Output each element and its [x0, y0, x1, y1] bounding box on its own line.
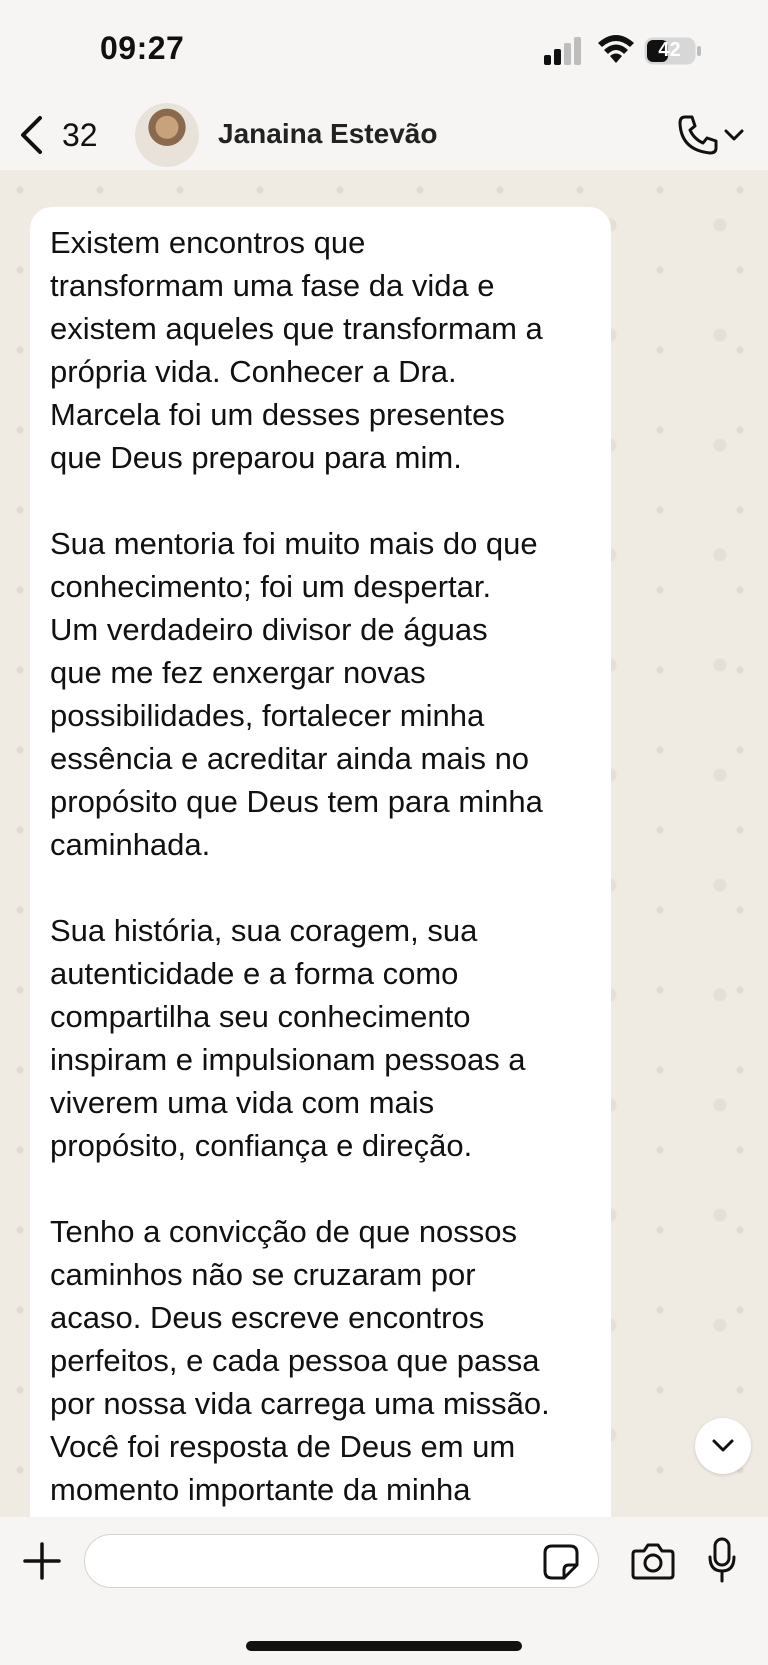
message-bubble[interactable]: Existem encontros que transformam uma fa… — [30, 207, 611, 1517]
chevron-down-icon — [712, 1439, 734, 1452]
back-button[interactable]: 32 — [18, 110, 98, 160]
status-bar: 09:27 42 — [0, 0, 768, 100]
chat-area[interactable]: Existem encontros que transformam uma fa… — [0, 170, 768, 1517]
avatar[interactable] — [135, 103, 199, 167]
battery-icon: 42 — [644, 37, 702, 65]
message-input[interactable] — [84, 1534, 599, 1588]
sticker-button[interactable] — [542, 1543, 580, 1581]
call-button[interactable] — [676, 114, 756, 156]
phone-icon — [678, 115, 718, 155]
microphone-icon — [708, 1537, 736, 1583]
camera-icon — [631, 1543, 675, 1580]
attach-button[interactable] — [22, 1541, 62, 1581]
input-bar — [0, 1517, 768, 1665]
message-text: Existem encontros que transformam uma fa… — [50, 225, 550, 1507]
chevron-down-icon — [724, 129, 744, 141]
chat-header: 32 Janaina Estevão — [0, 100, 768, 171]
signal-icon — [544, 37, 581, 65]
unread-count: 32 — [62, 116, 98, 153]
camera-button[interactable] — [630, 1541, 676, 1581]
status-time: 09:27 — [100, 30, 185, 66]
chevron-left-icon — [21, 116, 42, 154]
microphone-button[interactable] — [707, 1537, 737, 1583]
contact-name[interactable]: Janaina Estevão — [218, 118, 437, 150]
home-indicator — [246, 1641, 522, 1651]
wifi-icon — [598, 35, 634, 63]
scroll-to-bottom-button[interactable] — [695, 1418, 751, 1474]
battery-level: 42 — [658, 39, 681, 61]
sticker-icon — [543, 1544, 579, 1580]
plus-icon — [23, 1542, 61, 1580]
